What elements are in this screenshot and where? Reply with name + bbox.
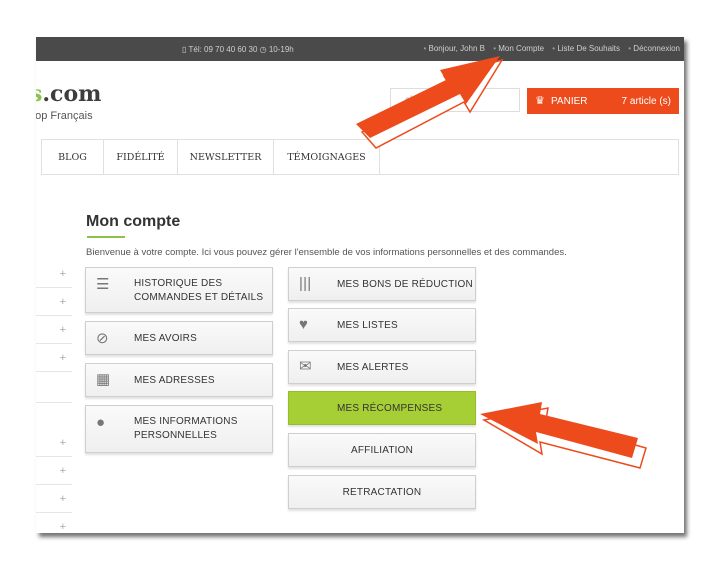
arrow-to-rewards <box>480 402 647 469</box>
arrow-to-my-account <box>356 56 504 149</box>
annotation-arrows <box>356 56 647 469</box>
